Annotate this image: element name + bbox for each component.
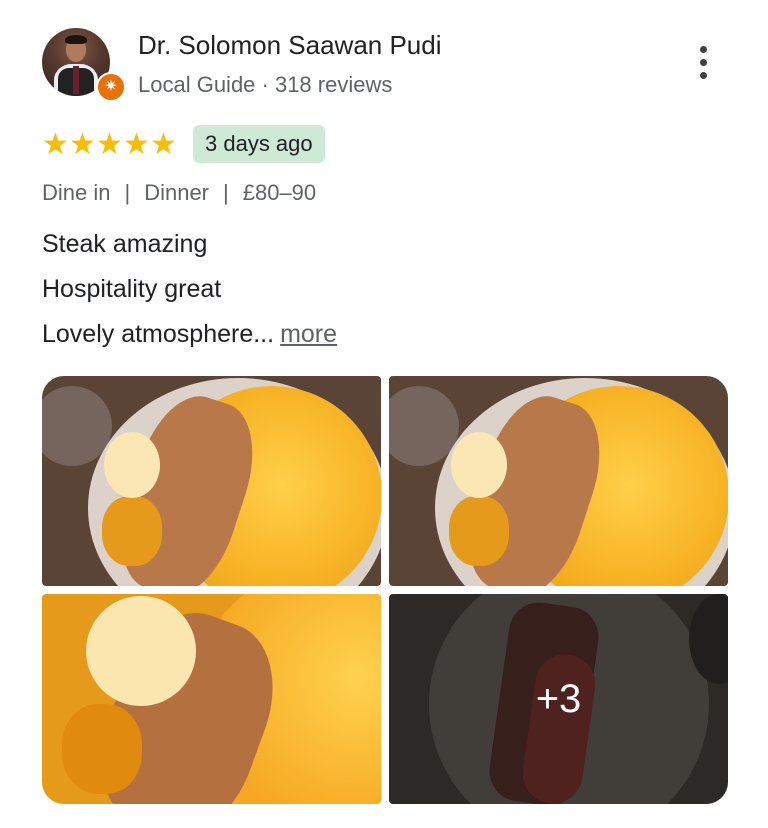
time-ago-chip: 3 days ago <box>193 125 325 163</box>
ice-cream-shape <box>104 432 160 498</box>
star-icon: ★ <box>42 128 69 161</box>
review-line: Steak amazing <box>42 230 208 258</box>
ice-cream-shape <box>86 596 196 706</box>
meta-service: Dine in <box>42 180 111 205</box>
mango-shape <box>449 496 509 566</box>
review-photo-2[interactable] <box>389 376 728 586</box>
meta-price: £80–90 <box>242 180 317 205</box>
review-line: Hospitality great <box>42 275 222 303</box>
star-icon: ★ <box>69 128 96 161</box>
meta-separator: | <box>223 180 229 205</box>
local-guide-star-icon: ✷ <box>96 72 126 102</box>
review-line: Lovely atmosphere... <box>42 320 275 348</box>
menu-dot <box>699 71 707 79</box>
menu-dot <box>699 58 707 66</box>
reviewer-name[interactable]: Dr. Solomon Saawan Pudi <box>138 30 442 61</box>
star-icon: ★ <box>123 128 150 161</box>
photo-grid: +3 <box>42 376 728 806</box>
reviewer-subtitle: Local Guide · 318 reviews <box>138 72 393 97</box>
star-rating: ★ ★ ★ ★ ★ <box>42 130 177 160</box>
mango-shape <box>102 496 162 566</box>
review-photo-1[interactable] <box>42 376 381 586</box>
menu-dot <box>699 45 707 53</box>
star-icon: ★ <box>150 128 177 161</box>
more-options-icon[interactable] <box>688 40 718 84</box>
review-photo-3[interactable] <box>42 594 381 804</box>
avatar-tie <box>73 66 79 94</box>
review-line-last: Lovely atmosphere... more <box>42 312 337 357</box>
meta-meal: Dinner <box>144 180 210 205</box>
star-icon: ★ <box>96 128 123 161</box>
review-photo-4[interactable]: +3 <box>389 594 728 804</box>
review-text: Steak amazing Hospitality great Lovely a… <box>42 222 337 357</box>
meta-separator: | <box>124 180 131 205</box>
ice-cream-shape <box>451 432 507 498</box>
mango-shape <box>62 704 142 794</box>
review-meta: Dine in | Dinner | £80–90 <box>42 180 316 206</box>
avatar-hair <box>65 35 87 44</box>
more-link[interactable]: more <box>280 320 337 348</box>
more-photos-count: +3 <box>389 594 728 804</box>
